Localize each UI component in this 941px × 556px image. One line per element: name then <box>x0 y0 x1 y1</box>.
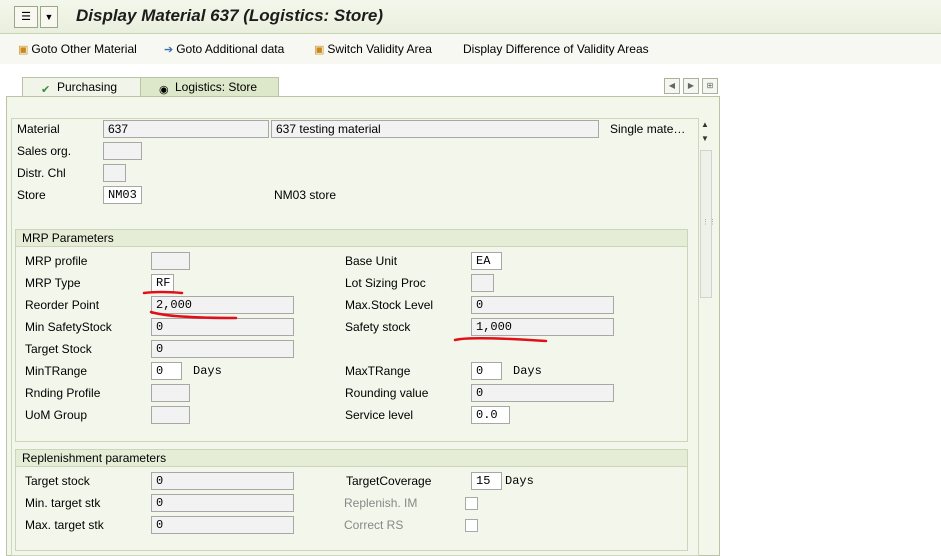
annotation-underline-safety-stock <box>453 336 548 343</box>
annotation-overlay <box>142 290 548 343</box>
annotation-underline-reorder-point <box>149 310 238 320</box>
annotation-underline-mrp-type <box>142 290 184 295</box>
